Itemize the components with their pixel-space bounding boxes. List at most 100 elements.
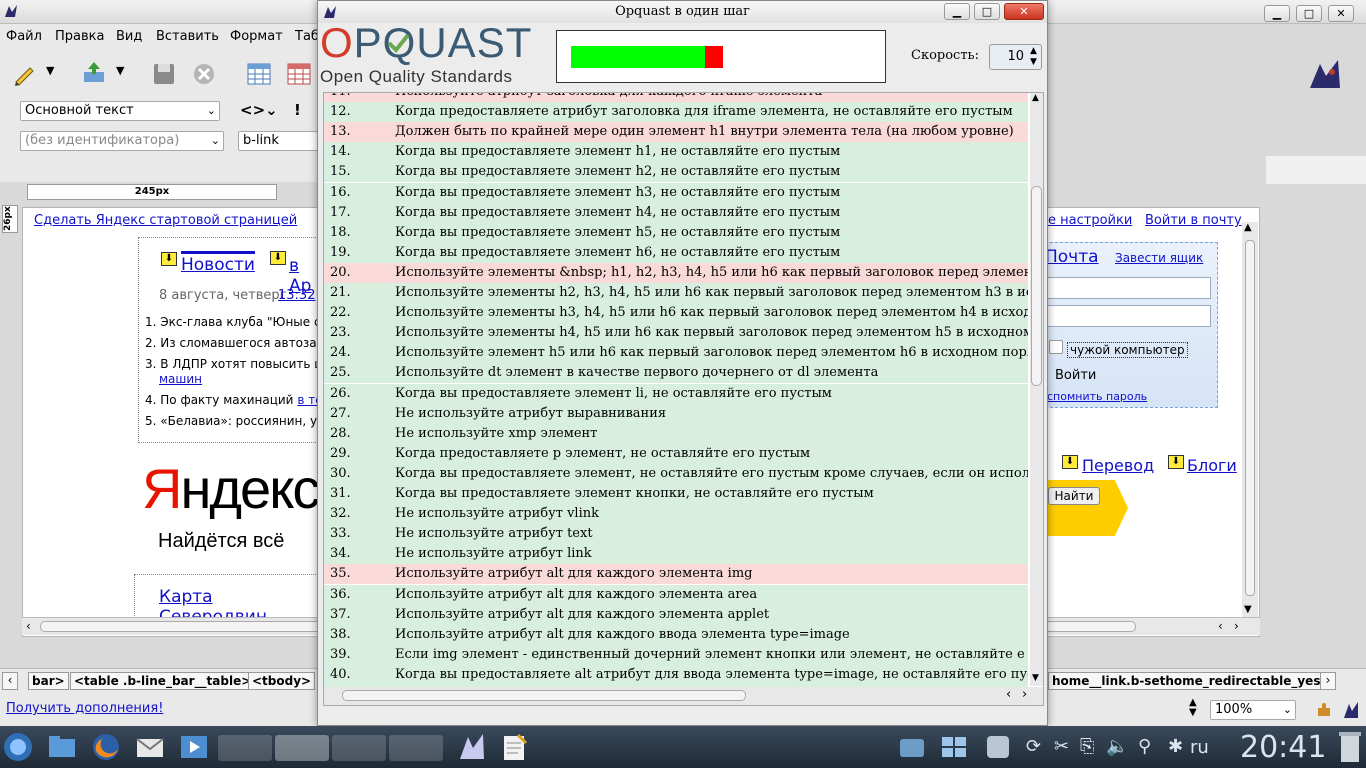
chevron-down-icon[interactable]: ▼ — [116, 64, 124, 77]
table-row[interactable]: 20. Используйте элементы &nbsp; h1, h2, h… — [324, 263, 1028, 283]
tag-crumb[interactable]: <tbody> — [248, 672, 316, 690]
new-document-icon[interactable] — [10, 60, 38, 88]
table-row[interactable]: 22. Используйте элементы h3, h4, h5 или h… — [324, 303, 1028, 323]
task-window-slot[interactable] — [275, 735, 329, 761]
list-item[interactable]: машин — [159, 372, 202, 387]
puzzle-icon[interactable] — [1316, 702, 1332, 718]
tray-wifi-icon[interactable]: ⚲ — [1138, 736, 1151, 757]
mail-title-link[interactable]: Почта — [1045, 247, 1099, 267]
list-vertical-scrollbar[interactable]: ▲ ▼ — [1030, 93, 1043, 686]
list-item[interactable]: 5. «Белавиа»: россиянин, у — [145, 414, 317, 429]
tray-clipboard-icon[interactable] — [982, 731, 1014, 763]
tag-crumb[interactable]: <table .b-line_bar__table> — [70, 672, 256, 690]
table-row[interactable]: 12. Когда предоставляете атрибут заголовк… — [324, 102, 1028, 122]
menu-insert[interactable]: Вставить — [156, 29, 219, 44]
table-row[interactable]: 26. Когда вы предоставляете элемент li, н… — [324, 384, 1028, 404]
firefox-icon[interactable] — [90, 731, 122, 763]
translate-link[interactable]: Перевод — [1082, 456, 1154, 475]
paragraph-format-select[interactable]: Основной текст ⌄ — [20, 101, 220, 121]
trash-icon[interactable] — [1338, 730, 1362, 764]
maximize-icon[interactable]: □ — [1296, 5, 1322, 22]
chevron-right-icon[interactable]: › — [1234, 619, 1239, 633]
table-row[interactable]: 31. Когда вы предоставляете элемент кнопк… — [324, 484, 1028, 504]
notepad-icon[interactable] — [498, 731, 530, 763]
remember-password-link[interactable]: спомнить пароль — [1047, 390, 1147, 403]
login-button[interactable]: Войти — [1055, 368, 1096, 383]
blogs-link[interactable]: Блоги — [1187, 456, 1237, 475]
class-input[interactable]: b-link — [238, 131, 320, 151]
scroll-thumb[interactable] — [342, 690, 746, 701]
scroll-thumb[interactable] — [1245, 240, 1255, 596]
table-row[interactable]: 40. Когда вы предоставляете alt атрибут д… — [324, 665, 1028, 685]
tray-volume-icon[interactable]: 🔈 — [1106, 736, 1128, 757]
chevron-down-icon[interactable]: ▼ — [1032, 673, 1039, 683]
table-row[interactable]: 33. Не используйте атрибут text — [324, 524, 1028, 544]
set-start-page-link[interactable]: Сделать Яндекс стартовой страницей — [34, 213, 297, 228]
chevron-left-icon[interactable]: ‹ — [1218, 619, 1223, 633]
create-mailbox-link[interactable]: Завести ящик — [1115, 251, 1203, 265]
tray-network-icon[interactable]: ⎘ — [1080, 736, 1094, 757]
news-time[interactable]: 13:32 — [278, 288, 315, 303]
publish-icon[interactable] — [80, 60, 108, 88]
table-row[interactable]: 23. Используйте элементы h4, h5 или h6 ка… — [324, 323, 1028, 343]
news-item-link[interactable]: машин — [159, 372, 202, 386]
document-vertical-scrollbar[interactable]: ▲ ▼ — [1242, 222, 1258, 618]
maximize-icon[interactable]: □ — [974, 3, 1000, 20]
login-mail-link[interactable]: Войти в почту — [1145, 213, 1242, 228]
chevron-up-icon[interactable]: ▲ — [1244, 222, 1252, 233]
menu-view[interactable]: Вид — [116, 29, 142, 44]
list-item[interactable]: 3. В ЛДПР хотят повысить ц — [145, 357, 322, 372]
table-row[interactable]: 39. Если img элемент - единственный дочер… — [324, 645, 1028, 665]
table-row[interactable]: 34. Не используйте атрибут link — [324, 544, 1028, 564]
table-row[interactable]: 21. Используйте элементы h2, h3, h4, h5 и… — [324, 283, 1028, 303]
login-field[interactable] — [1047, 277, 1211, 299]
tray-drive-icon[interactable] — [896, 731, 928, 763]
chevron-left-icon[interactable]: ‹ — [26, 619, 31, 633]
zoom-select[interactable]: 100% ⌄ — [1210, 700, 1296, 720]
table-row[interactable]: 11. Используйте атрибут заголовка для каж… — [324, 93, 1028, 102]
table-row[interactable]: 38. Используйте атрибут alt для каждого в… — [324, 625, 1028, 645]
exclamation-icon[interactable]: ! — [294, 101, 301, 119]
chevron-right-icon[interactable]: › — [1320, 672, 1336, 690]
close-icon[interactable]: ✕ — [1004, 3, 1044, 20]
minimize-icon[interactable]: ▁ — [1264, 5, 1290, 22]
table-row[interactable]: 32. Не используйте атрибут vlink — [324, 504, 1028, 524]
table-row[interactable]: 18. Когда вы предоставляете элемент h5, н… — [324, 223, 1028, 243]
table-red-icon[interactable] — [285, 60, 313, 88]
table-row[interactable]: 15. Когда вы предоставляете элемент h2, н… — [324, 162, 1028, 182]
password-field[interactable] — [1047, 305, 1211, 327]
tray-bluetooth-icon[interactable]: ✱ — [1168, 736, 1183, 757]
menu-file[interactable]: Файл — [6, 29, 42, 44]
id-select[interactable]: (без идентификатора) ⌄ — [20, 131, 224, 151]
checks-list[interactable]: 11. Используйте атрибут заголовка для каж… — [323, 92, 1044, 706]
list-item[interactable]: 4. По факту махинаций в те — [145, 393, 323, 408]
table-row[interactable]: 29. Когда предоставляете p элемент, не ос… — [324, 444, 1028, 464]
chevron-down-icon[interactable]: ▼ — [46, 64, 54, 77]
table-row[interactable]: 16. Когда вы предоставляете элемент h3, н… — [324, 183, 1028, 203]
tray-desktops-icon[interactable] — [938, 731, 970, 763]
minimize-icon[interactable]: ▁ — [944, 3, 970, 20]
speed-spinbox[interactable]: 10 ▲ ▼ — [989, 44, 1042, 70]
task-window-slot[interactable] — [332, 735, 386, 761]
zoom-stepper[interactable]: ▲ ▼ — [1189, 698, 1197, 718]
table-row[interactable]: 35. Используйте атрибут alt для каждого э… — [324, 564, 1028, 584]
tag-crumb[interactable]: bar> — [28, 672, 69, 690]
tab-news[interactable]: Новости — [181, 251, 255, 275]
table-row[interactable]: 36. Используйте атрибут alt для каждого э… — [324, 585, 1028, 605]
chevron-left-icon[interactable]: ‹ — [2, 672, 18, 690]
tag-crumb[interactable]: home__link.b-sethome_redirectable_yes> — [1048, 672, 1335, 690]
kompozer-task-icon[interactable] — [456, 731, 488, 763]
clock[interactable]: 20:41 — [1240, 730, 1326, 765]
chevron-up-icon[interactable]: ▲ — [1032, 93, 1039, 103]
table-row[interactable]: 17. Когда вы предоставляете элемент h4, н… — [324, 203, 1028, 223]
media-player-icon[interactable] — [178, 731, 210, 763]
table-row[interactable]: 28. Не используйте xmp элемент — [324, 424, 1028, 444]
menu-format[interactable]: Формат — [230, 29, 283, 44]
task-window-slot[interactable] — [218, 735, 272, 761]
table-row[interactable]: 37. Используйте атрибут alt для каждого э… — [324, 605, 1028, 625]
stop-icon[interactable] — [190, 60, 218, 88]
settings-link[interactable]: е настройки — [1048, 213, 1132, 228]
get-addons-link[interactable]: Получить дополнения! — [6, 701, 163, 716]
find-button[interactable]: Найти — [1048, 487, 1100, 505]
table-row[interactable]: 14. Когда вы предоставляете элемент h1, н… — [324, 142, 1028, 162]
